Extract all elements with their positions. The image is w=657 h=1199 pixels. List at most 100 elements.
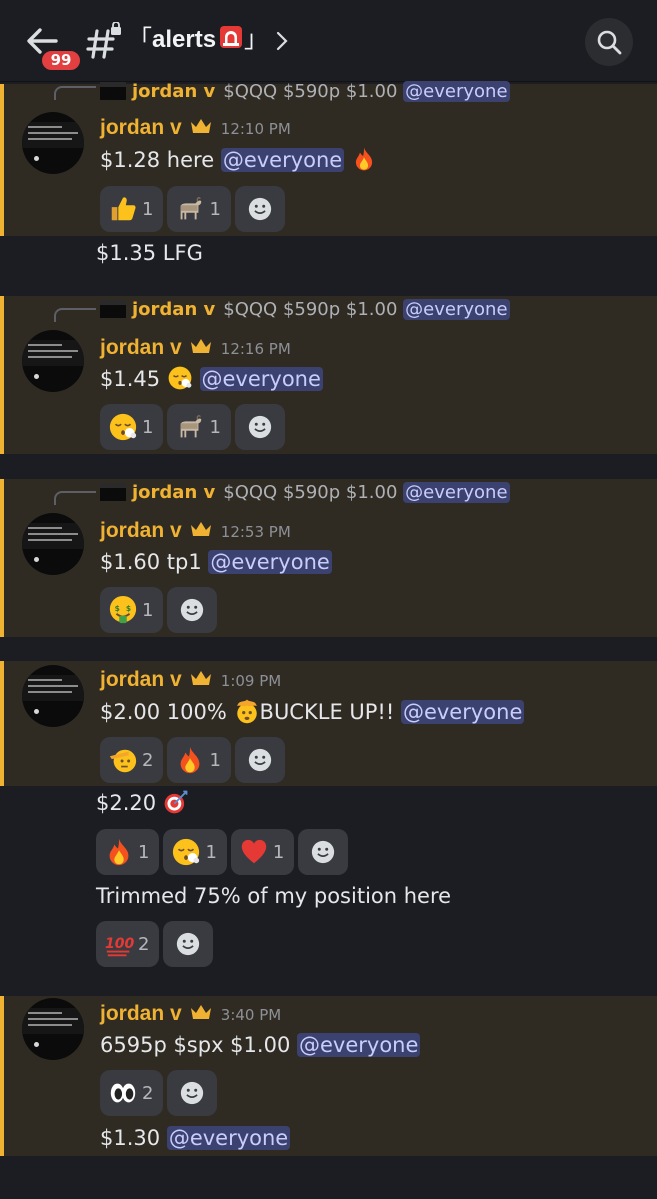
reaction-bar: 1 1 [100,404,285,450]
message-highlighted[interactable]: jordan v 1:09 PM $2.00 100% BUCKLE UP!! … [0,661,657,786]
reply-text: $QQQ $590p $1.00 [223,299,398,320]
message-highlighted[interactable]: jordan v 3:40 PM 6595p $spx $1.00 @every… [0,996,657,1156]
locked-channel-hash-icon [86,22,121,59]
reply-connector [54,86,96,100]
reply-preview[interactable]: jordan v $QQQ $590p $1.00 @everyone [100,298,510,322]
reply-text: $QQQ $590p $1.00 [223,482,398,503]
message-header: jordan v 3:40 PM [100,1000,281,1028]
message-content: 6595p $spx $1.00 @everyone [100,1029,421,1061]
reaction-eyes[interactable]: 2 [100,1070,164,1116]
reaction-bar: 1 1 1 [96,829,349,875]
reply-avatar [100,82,126,100]
reaction-red-heart[interactable]: 1 [230,829,295,875]
message-text: 6595p $spx $1.00 [100,1033,291,1057]
reply-mention: @everyone [403,299,510,320]
message-content: $1.28 here @everyone [100,144,377,176]
search-icon [597,30,622,55]
reaction-hundred-points[interactable]: 2 [96,921,160,967]
timestamp: 12:53 PM [220,523,291,541]
chevron-right-icon[interactable] [274,30,290,52]
author-name[interactable]: jordan v [100,1002,182,1025]
mention-everyone[interactable]: @everyone [400,700,525,724]
message-highlighted[interactable]: jordan v $QQQ $590p $1.00 @everyone jorda… [0,479,657,637]
message-header: jordan v 12:10 PM [100,114,291,142]
add-reaction-button[interactable] [234,737,285,783]
mention-everyone[interactable]: @everyone [166,1126,291,1150]
reaction-fire[interactable]: 1 [96,829,160,875]
add-reaction-button[interactable] [234,186,285,232]
reaction-count: 2 [142,749,154,771]
reaction-count: 2 [142,1082,154,1104]
reply-avatar [100,300,126,318]
face-exhaling-emoji [167,365,193,391]
message-text: $1.45 [100,367,161,391]
add-reaction-button[interactable] [163,921,214,967]
reaction-goat[interactable]: 1 [167,404,231,450]
add-reaction-button[interactable] [298,829,349,875]
message-highlighted[interactable]: jordan v $QQQ $590p $1.00 @everyone jorda… [0,296,657,454]
unread-badge: 99 [40,49,82,72]
reply-avatar [100,483,126,501]
mention-everyone[interactable]: @everyone [297,1033,421,1057]
add-reaction-button[interactable] [167,587,218,633]
followup-message[interactable]: $1.35 LFG [96,237,203,269]
channel-name: alerts [152,26,217,53]
reaction-bar: 2 [96,921,214,967]
author-name[interactable]: jordan v [100,116,182,139]
avatar[interactable] [22,998,84,1060]
add-reaction-icon [179,597,205,623]
add-reaction-icon [247,747,273,773]
face-exhaling-emoji [108,412,138,442]
mention-everyone[interactable]: @everyone [199,367,323,391]
avatar[interactable] [22,665,84,727]
reaction-face-exhaling[interactable]: 1 [163,829,227,875]
author-name[interactable]: jordan v [100,519,182,542]
search-button[interactable] [585,18,633,66]
avatar[interactable] [22,513,84,575]
reaction-goat[interactable]: 1 [167,186,231,232]
reaction-count: 1 [209,749,221,771]
message-highlighted[interactable]: jordan v $QQQ $590p $1.00 @everyone jorda… [0,81,657,236]
reaction-money-mouth[interactable]: 1 [100,587,164,633]
followup-message[interactable]: $1.30 @everyone [100,1122,291,1154]
crown-icon [190,118,212,134]
message-content: $1.60 tp1 @everyone [100,546,332,578]
reaction-thumbs-up[interactable]: 1 [100,186,164,232]
goat-emoji [175,194,205,224]
add-reaction-button[interactable] [167,1070,218,1116]
author-name[interactable]: jordan v [100,336,182,359]
mention-everyone[interactable]: @everyone [220,148,345,172]
reply-author: jordan v [132,81,216,102]
reaction-count: 1 [142,198,154,220]
channel-bracket-open: 「 [128,26,152,53]
message-content: $1.45 @everyone [100,363,323,395]
mention-everyone[interactable]: @everyone [208,550,332,574]
avatar[interactable] [22,330,84,392]
reaction-fire[interactable]: 1 [167,737,231,783]
exploding-head-emoji [234,698,260,724]
add-reaction-button[interactable] [234,404,285,450]
message-text-before: $2.00 100% [100,700,227,724]
message-text-after: BUCKLE UP!! [259,700,395,724]
message-text: $2.20 [96,791,157,815]
reply-preview[interactable]: jordan v $QQQ $590p $1.00 @everyone [100,481,510,505]
reaction-saluting-face[interactable]: 2 [100,737,164,783]
reply-text: $QQQ $590p $1.00 [223,81,398,102]
reaction-count: 1 [138,841,150,863]
siren-icon [220,26,243,48]
reaction-face-exhaling[interactable]: 1 [100,404,164,450]
author-name[interactable]: jordan v [100,668,182,691]
red-heart-emoji [239,837,269,867]
timestamp: 3:40 PM [220,1006,282,1024]
followup-message[interactable]: Trimmed 75% of my position here [96,880,451,912]
reaction-bar: 1 1 [100,186,285,232]
reply-mention: @everyone [403,482,510,503]
channel-title[interactable]: 「alerts 」 [128,22,268,58]
reaction-count: 1 [142,416,154,438]
add-reaction-icon [179,1080,205,1106]
message-text: $1.30 [100,1126,161,1150]
avatar[interactable] [22,112,84,174]
reply-preview[interactable]: jordan v $QQQ $590p $1.00 @everyone [100,80,510,104]
followup-message[interactable]: $2.20 [96,787,189,819]
fire-emoji [351,146,377,172]
